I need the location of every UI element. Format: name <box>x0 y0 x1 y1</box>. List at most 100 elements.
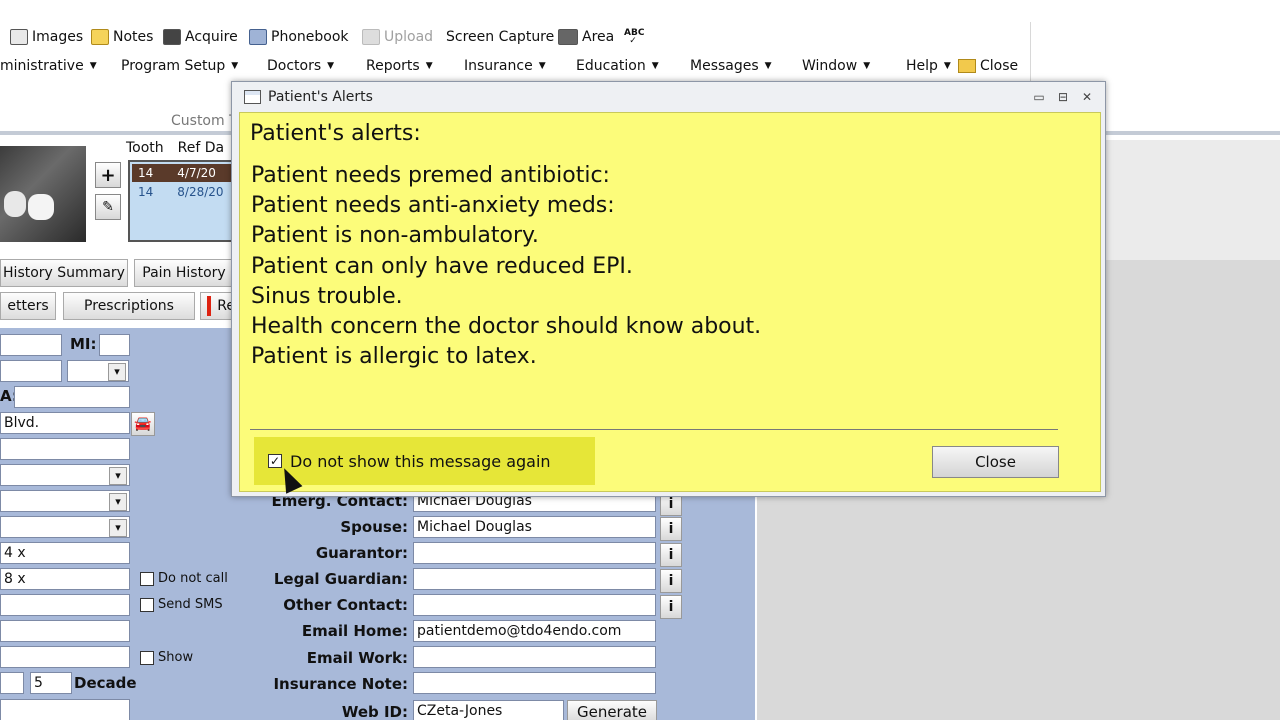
guarantor-info-button[interactable]: i <box>660 543 682 567</box>
menu-program-setup[interactable]: Program Setup ▼ <box>121 52 238 80</box>
do-not-call-checkbox[interactable]: Do not call <box>140 571 228 586</box>
alerts-header: Patient's alerts: <box>250 121 421 146</box>
generate-button[interactable]: Generate <box>567 700 657 720</box>
legal-guardian-field[interactable] <box>413 568 656 590</box>
alert-item: Patient is allergic to latex. <box>251 344 537 370</box>
show-checkbox[interactable]: Show <box>140 650 193 665</box>
menu-insurance[interactable]: Insurance ▼ <box>464 52 546 80</box>
area-capture-icon <box>558 29 578 45</box>
edit-referral-button[interactable]: ✎ <box>95 194 121 220</box>
info-icon: i <box>668 547 674 563</box>
spouse-field[interactable]: Michael Douglas <box>413 516 656 538</box>
title-select[interactable] <box>67 360 129 382</box>
guarantor-label: Guarantor: <box>315 544 408 562</box>
other-contact-info-button[interactable]: i <box>660 595 682 619</box>
table-row[interactable]: 14 8/28/20 <box>132 183 236 201</box>
other-contact-label: Other Contact: <box>283 596 408 614</box>
red-marker-icon <box>207 296 212 316</box>
legal-guardian-label: Legal Guardian: <box>273 570 408 588</box>
minimize-icon[interactable]: ▭ <box>1032 90 1046 104</box>
close-icon[interactable]: ✕ <box>1080 90 1094 104</box>
notes-icon <box>91 29 109 45</box>
close-button[interactable]: Close <box>932 446 1059 478</box>
tab-prescriptions[interactable]: Prescriptions <box>63 292 195 320</box>
chevron-down-icon: ▼ <box>425 61 433 71</box>
images-button[interactable]: Images <box>10 22 83 52</box>
spouse-info-button[interactable]: i <box>660 517 682 541</box>
info-icon: i <box>668 599 674 615</box>
phonebook-button[interactable]: Phonebook <box>249 22 349 52</box>
legal-guardian-info-button[interactable]: i <box>660 569 682 593</box>
dialog-title-bar[interactable]: Patient's Alerts ▭ ⊟ ✕ <box>232 82 1105 112</box>
a-field[interactable] <box>14 386 130 408</box>
toolbar-row-1: Images Notes Acquire Phonebook Upload Sc… <box>0 22 1030 52</box>
send-sms-checkbox[interactable]: Send SMS <box>140 597 223 612</box>
city-select[interactable] <box>0 464 130 486</box>
notes-button[interactable]: Notes <box>91 22 153 52</box>
tab-letters[interactable]: etters <box>0 292 56 320</box>
name-field[interactable] <box>0 334 62 356</box>
chevron-down-icon: ▼ <box>863 61 871 71</box>
address2-field[interactable] <box>0 438 130 460</box>
chevron-down-icon: ▼ <box>327 61 335 71</box>
email-work-label: Email Work: <box>306 649 408 667</box>
extra-field[interactable] <box>0 699 130 720</box>
email-work-field[interactable] <box>413 646 656 668</box>
menu-administrative[interactable]: ministrative ▼ <box>0 52 97 80</box>
spellcheck-button[interactable]: ABC ✓ <box>624 22 645 52</box>
mi-field[interactable] <box>99 334 130 356</box>
add-referral-button[interactable]: + <box>95 162 121 188</box>
address-field[interactable]: Blvd. <box>0 412 130 434</box>
maximize-icon[interactable]: ⊟ <box>1056 90 1070 104</box>
map-button[interactable]: 🚘 <box>131 412 155 436</box>
xray-thumbnail[interactable] <box>0 146 86 242</box>
close-app-button[interactable]: Close <box>958 52 1018 80</box>
referral-grid[interactable]: 14 4/7/20 14 8/28/20 <box>128 160 238 242</box>
phone5-field[interactable] <box>0 646 130 668</box>
suffix-field[interactable] <box>0 360 62 382</box>
zip-select[interactable] <box>0 516 130 538</box>
upload-button[interactable]: Upload <box>362 22 433 52</box>
menu-bar: ministrative ▼ Program Setup ▼ Doctors ▼ Re… <box>0 52 1030 80</box>
phone1-field[interactable]: 4 x <box>0 542 130 564</box>
alert-item: Sinus trouble. <box>251 283 403 309</box>
menu-doctors[interactable]: Doctors ▼ <box>267 52 334 80</box>
decade-label: Decade <box>74 674 137 692</box>
menu-help[interactable]: Help ▼ <box>906 52 951 80</box>
menu-window[interactable]: Window ▼ <box>802 52 870 80</box>
guarantor-field[interactable] <box>413 542 656 564</box>
form-icon <box>244 90 261 104</box>
referral-grid-header: Tooth Ref Da <box>126 140 224 156</box>
menu-education[interactable]: Education ▼ <box>576 52 659 80</box>
custom-group-label: Custom T <box>171 113 238 129</box>
chevron-down-icon: ▼ <box>764 61 772 71</box>
other-contact-field[interactable] <box>413 594 656 616</box>
area-button[interactable]: Area <box>558 22 614 52</box>
table-row[interactable]: 14 4/7/20 <box>132 164 236 182</box>
decade-field[interactable]: 5 <box>30 672 72 694</box>
web-id-field[interactable]: CZeta-Jones <box>413 700 564 720</box>
tab-history-summary[interactable]: History Summary <box>0 259 128 287</box>
info-icon: i <box>668 573 674 589</box>
acquire-button[interactable]: Acquire <box>163 22 238 52</box>
alert-item: Patient is non-ambulatory. <box>251 223 539 249</box>
tab-pain-history[interactable]: Pain History <box>134 259 234 287</box>
menu-reports[interactable]: Reports ▼ <box>366 52 433 80</box>
spouse-label: Spouse: <box>340 518 408 536</box>
dont-show-again-checkbox[interactable]: ✓ Do not show this message again <box>254 437 595 485</box>
insurance-note-field[interactable] <box>413 672 656 694</box>
edit-icon: ✎ <box>102 199 114 215</box>
checkbox-checked-icon[interactable]: ✓ <box>268 454 282 468</box>
screen-capture-button[interactable]: Screen Capture <box>446 22 554 52</box>
phone4-field[interactable] <box>0 620 130 642</box>
age-field[interactable] <box>0 672 24 694</box>
phone3-field[interactable] <box>0 594 130 616</box>
dialog-title: Patient's Alerts <box>268 89 373 105</box>
phone2-field[interactable]: 8 x <box>0 568 130 590</box>
menu-messages[interactable]: Messages ▼ <box>690 52 772 80</box>
plus-icon: + <box>100 164 116 186</box>
spellcheck-icon: ABC ✓ <box>624 28 645 46</box>
alerts-body: Patient's alerts: Patient needs premed a… <box>239 112 1101 492</box>
email-home-field[interactable]: patientdemo@tdo4endo.com <box>413 620 656 642</box>
state-select[interactable] <box>0 490 130 512</box>
